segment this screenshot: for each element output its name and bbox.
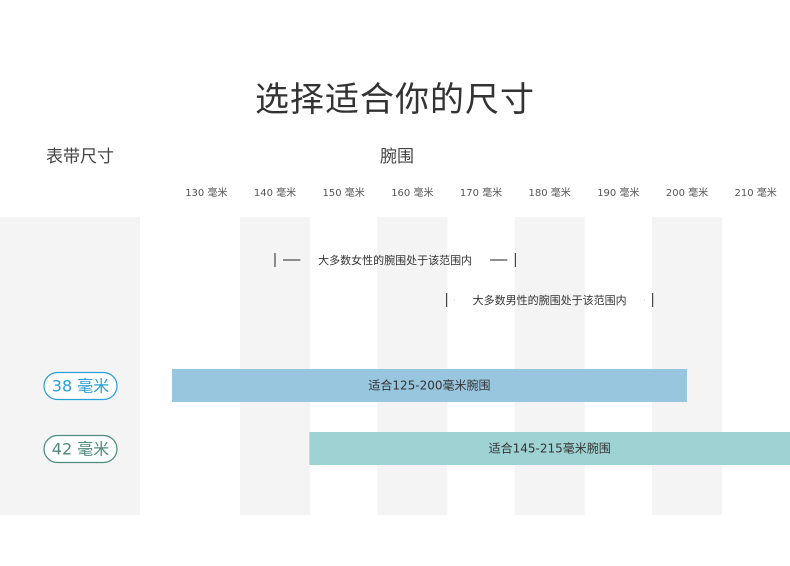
size-pill-label-1: 42 毫米 [52,440,109,459]
size-chart: 130 毫米 140 毫米 150 毫米 160 毫米 170 毫米 180 毫米 190 … [0,186,790,515]
tick-label-150: 150 毫米 [323,186,365,199]
size-pill-label-0: 38 毫米 [52,377,109,396]
tick-label-170: 170 毫米 [460,186,502,199]
tick-label-140: 140 毫米 [254,186,296,199]
tick-label-130: 130 毫米 [185,186,227,199]
annotation-text-0: 大多数女性的腕围处于该范围内 [318,253,472,267]
tick-label-190: 190 毫米 [597,186,639,199]
range-bar-label-1: 适合145-215毫米腕围 [489,441,611,456]
grid-column-180 [514,217,585,515]
tick-label-210: 210 毫米 [735,186,777,199]
range-bar-label-0: 适合125-200毫米腕围 [368,378,490,393]
tick-label-200: 200 毫米 [666,186,708,199]
label-column-bg [0,217,140,515]
tick-label-180: 180 毫米 [529,186,571,199]
tick-label-160: 160 毫米 [391,186,433,199]
annotation-text-1: 大多数男性的腕围处于该范围内 [473,293,627,307]
grid-column-200 [652,217,722,515]
